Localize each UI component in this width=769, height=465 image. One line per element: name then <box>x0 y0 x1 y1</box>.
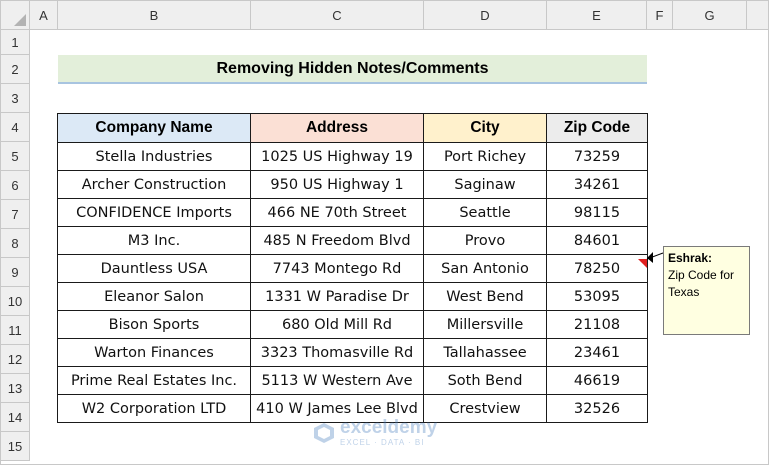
table-row: M3 Inc. 485 N Freedom Blvd Provo 84601 <box>57 226 648 255</box>
table-cell[interactable]: Archer Construction <box>57 170 251 199</box>
table-cell[interactable]: 1025 US Highway 19 <box>250 142 424 171</box>
table-cell[interactable]: Crestview <box>423 394 547 423</box>
table-cell[interactable]: 1331 W Paradise Dr <box>250 282 424 311</box>
select-all-corner[interactable] <box>1 1 30 30</box>
table-header-cell[interactable]: Zip Code <box>546 113 648 143</box>
table-cell[interactable]: 46619 <box>546 366 648 395</box>
watermark-name: exceldemy <box>340 417 438 438</box>
table-cell[interactable]: Soth Bend <box>423 366 547 395</box>
table-row: Dauntless USA 7743 Montego Rd San Antonio 7… <box>57 254 648 283</box>
table-cell[interactable]: 3323 Thomasville Rd <box>250 338 424 367</box>
column-header-e[interactable]: E <box>547 1 647 30</box>
row-header-11[interactable]: 11 <box>1 316 30 345</box>
table-row: Prime Real Estates Inc. 5113 W Western Av… <box>57 366 648 395</box>
table-row: Archer Construction 950 US Highway 1 Sagin… <box>57 170 648 199</box>
table-cell[interactable]: Dauntless USA <box>57 254 251 283</box>
table-cell[interactable]: 84601 <box>546 226 648 255</box>
column-header-f[interactable]: F <box>647 1 673 30</box>
table-header-cell[interactable]: Company Name <box>57 113 251 143</box>
table-cell[interactable]: 73259 <box>546 142 648 171</box>
exceldemy-logo-icon <box>314 423 334 443</box>
row-header-15[interactable]: 15 <box>1 432 30 461</box>
table-cell[interactable]: Tallahassee <box>423 338 547 367</box>
watermark-logo: exceldemy EXCEL · DATA · BI <box>313 417 438 447</box>
table-cell[interactable]: CONFIDENCE Imports <box>57 198 251 227</box>
column-header-a[interactable]: A <box>30 1 58 30</box>
row-header-12[interactable]: 12 <box>1 345 30 374</box>
table-cell[interactable]: 34261 <box>546 170 648 199</box>
table-cell[interactable]: Bison Sports <box>57 310 251 339</box>
table-cell[interactable]: 53095 <box>546 282 648 311</box>
row-header-1[interactable]: 1 <box>1 30 30 55</box>
column-header-c[interactable]: C <box>251 1 424 30</box>
column-header-b[interactable]: B <box>58 1 251 30</box>
table-row: CONFIDENCE Imports 466 NE 70th Street Seat… <box>57 198 648 227</box>
spreadsheet: ABCDEFG 1 2 3 4 5 6 7 8 9 10 11 12 13 14 15 Removing H… <box>0 0 769 465</box>
table-row: Stella Industries 1025 US Highway 19 Port … <box>57 142 648 171</box>
title-cell[interactable]: Removing Hidden Notes/Comments <box>58 55 647 84</box>
row-header-7[interactable]: 7 <box>1 200 30 229</box>
row-header-13[interactable]: 13 <box>1 374 30 403</box>
table-cell[interactable]: 950 US Highway 1 <box>250 170 424 199</box>
note-text: Zip Code for Texas <box>668 268 735 299</box>
column-header-g[interactable]: G <box>673 1 747 30</box>
table-cell[interactable]: 466 NE 70th Street <box>250 198 424 227</box>
row-header-4[interactable]: 4 <box>1 113 30 142</box>
table-cell[interactable]: Port Richey <box>423 142 547 171</box>
table-cell[interactable]: 21108 <box>546 310 648 339</box>
row-header-14[interactable]: 14 <box>1 403 30 432</box>
table-cell[interactable]: Seattle <box>423 198 547 227</box>
row-header-5[interactable]: 5 <box>1 142 30 171</box>
watermark-tagline: EXCEL · DATA · BI <box>340 438 425 447</box>
table-cell[interactable]: Millersville <box>423 310 547 339</box>
table-cell[interactable]: 98115 <box>546 198 648 227</box>
table-row: Bison Sports 680 Old Mill Rd Millersville 2… <box>57 310 648 339</box>
table-cell[interactable]: 485 N Freedom Blvd <box>250 226 424 255</box>
table-cell[interactable]: 78250 <box>546 254 648 283</box>
table-cell[interactable]: 680 Old Mill Rd <box>250 310 424 339</box>
row-header-2[interactable]: 2 <box>1 55 30 84</box>
table-header-cell[interactable]: Address <box>250 113 424 143</box>
column-header-empty <box>747 1 768 30</box>
table-cell[interactable]: San Antonio <box>423 254 547 283</box>
table-cell[interactable]: Warton Finances <box>57 338 251 367</box>
table-cell[interactable]: Prime Real Estates Inc. <box>57 366 251 395</box>
row-header-9[interactable]: 9 <box>1 258 30 287</box>
table-cell[interactable]: M3 Inc. <box>57 226 251 255</box>
row-header-6[interactable]: 6 <box>1 171 30 200</box>
row-header-10[interactable]: 10 <box>1 287 30 316</box>
table-cell[interactable]: 32526 <box>546 394 648 423</box>
table-row: Warton Finances 3323 Thomasville Rd Tallah… <box>57 338 648 367</box>
table-cell[interactable]: Stella Industries <box>57 142 251 171</box>
table-cell[interactable]: Eleanor Salon <box>57 282 251 311</box>
table-cell[interactable]: 5113 W Western Ave <box>250 366 424 395</box>
table-cell[interactable]: Provo <box>423 226 547 255</box>
table-cell[interactable]: West Bend <box>423 282 547 311</box>
table-row: Eleanor Salon 1331 W Paradise Dr West Bend… <box>57 282 648 311</box>
note-author: Eshrak: <box>668 251 713 265</box>
table-header-cell[interactable]: City <box>423 113 547 143</box>
note-box[interactable]: Eshrak: Zip Code for Texas <box>663 246 750 335</box>
table-cell[interactable]: 7743 Montego Rd <box>250 254 424 283</box>
data-table: Company Name Address City Zip Code Stella I… <box>57 113 648 423</box>
column-header-d[interactable]: D <box>424 1 547 30</box>
table-cell[interactable]: 23461 <box>546 338 648 367</box>
row-header-3[interactable]: 3 <box>1 84 30 113</box>
row-header-8[interactable]: 8 <box>1 229 30 258</box>
table-cell[interactable]: Saginaw <box>423 170 547 199</box>
table-cell[interactable]: W2 Corporation LTD <box>57 394 251 423</box>
